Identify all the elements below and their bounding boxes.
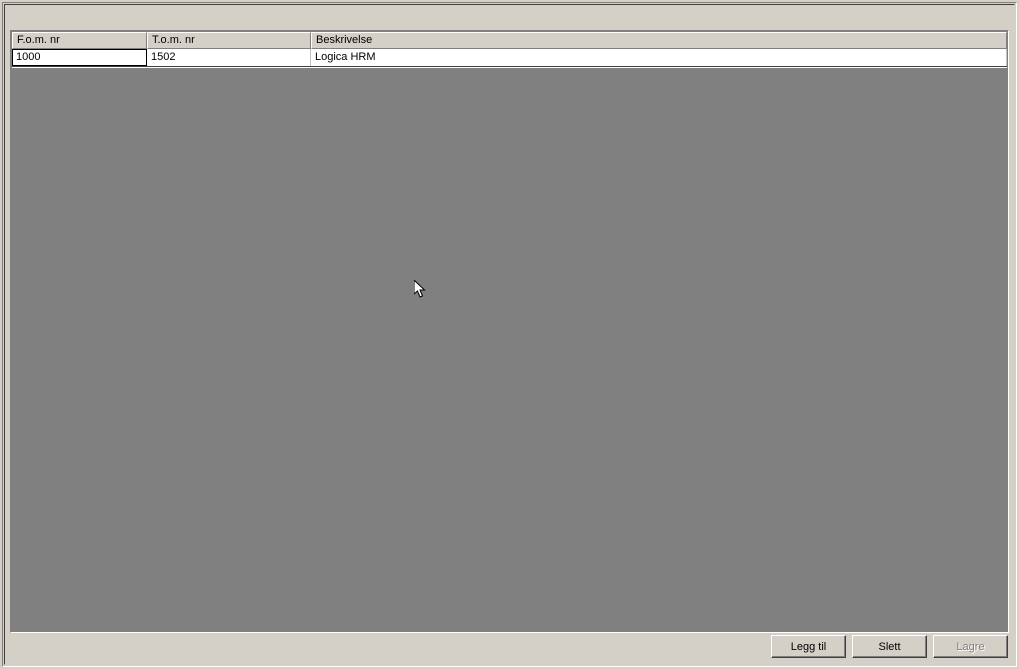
row-separator [12,66,1007,68]
slett-button[interactable]: Slett [852,635,927,658]
button-bar: Legg til Slett Lagre [771,635,1008,658]
column-header-tom[interactable]: T.o.m. nr [147,32,311,49]
grid-header-row: F.o.m. nr T.o.m. nr Beskrivelse [12,32,1007,49]
column-header-fom[interactable]: F.o.m. nr [12,32,147,49]
table-row[interactable]: 1000 1502 Logica HRM [12,49,1007,66]
legg-til-button[interactable]: Legg til [771,635,846,658]
lagre-button: Lagre [933,635,1008,658]
dialog-panel: F.o.m. nr T.o.m. nr Beskrivelse 1000 150… [2,2,1017,667]
cell-fom[interactable]: 1000 [12,49,147,66]
cell-beskrivelse[interactable]: Logica HRM [311,49,1007,66]
column-header-beskrivelse[interactable]: Beskrivelse [311,32,1007,49]
data-grid[interactable]: F.o.m. nr T.o.m. nr Beskrivelse 1000 150… [10,30,1009,633]
dialog-inner: F.o.m. nr T.o.m. nr Beskrivelse 1000 150… [4,4,1015,665]
cell-tom[interactable]: 1502 [147,49,311,66]
